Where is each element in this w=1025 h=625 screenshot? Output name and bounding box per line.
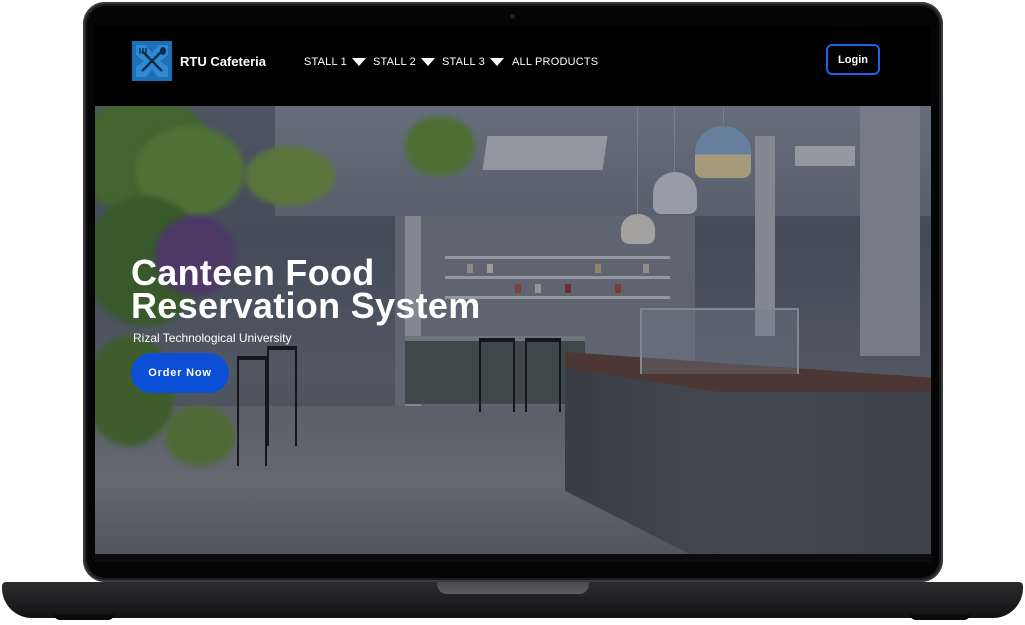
nav-all-products-label: ALL PRODUCTS (512, 56, 599, 68)
laptop-foot-right (910, 614, 970, 620)
nav-all-products[interactable]: ALL PRODUCTS (512, 56, 598, 68)
hero-title-line-2: Reservation System (131, 285, 481, 326)
screen: RTU Cafeteria STALL 1 STALL 2 STALL 3 AL… (95, 26, 931, 562)
caret-down-icon (351, 58, 366, 66)
caret-down-icon (489, 58, 504, 66)
nav-stall-1[interactable]: STALL 1 (304, 56, 366, 68)
nav-stall-1-label: STALL 1 (304, 56, 347, 68)
laptop-foot-left (54, 614, 114, 620)
laptop-base-groove (437, 582, 589, 594)
nav-stall-2-label: STALL 2 (373, 56, 416, 68)
order-now-button[interactable]: Order Now (131, 353, 229, 393)
brand-name[interactable]: RTU Cafeteria (180, 54, 266, 69)
hero-title: Canteen Food Reservation System (131, 255, 551, 324)
hero-section: Canteen Food Reservation System Rizal Te… (95, 106, 931, 554)
hero-subtitle: Rizal Technological University (133, 331, 292, 345)
logo-icon[interactable] (132, 41, 172, 81)
navbar: RTU Cafeteria STALL 1 STALL 2 STALL 3 AL… (95, 26, 931, 106)
hero-dark-overlay (95, 106, 931, 554)
caret-down-icon (420, 58, 435, 66)
screen-bottom-strip (95, 554, 931, 562)
nav-stall-2[interactable]: STALL 2 (373, 56, 435, 68)
nav-stall-3[interactable]: STALL 3 (442, 56, 504, 68)
nav-stall-3-label: STALL 3 (442, 56, 485, 68)
utensils-cross-icon (132, 41, 172, 81)
camera-icon (510, 14, 515, 19)
login-button[interactable]: Login (826, 44, 880, 75)
